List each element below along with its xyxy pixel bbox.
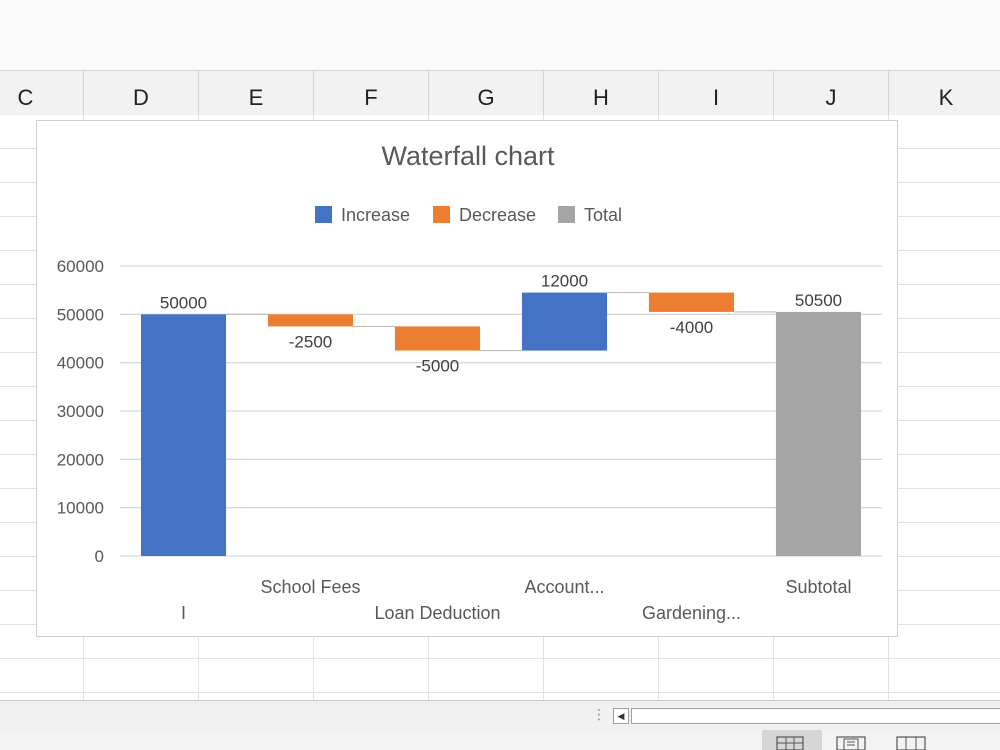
columns-icon bbox=[896, 736, 926, 750]
status-bar bbox=[0, 730, 1000, 750]
bar-total bbox=[775, 311, 862, 556]
data-label: -5000 bbox=[416, 357, 459, 376]
bar-decrease bbox=[648, 292, 735, 312]
split-handle[interactable]: ⋮ bbox=[592, 706, 606, 723]
y-tick-label: 30000 bbox=[57, 402, 104, 421]
bar-decrease bbox=[267, 314, 354, 327]
column-header-c[interactable]: C bbox=[0, 71, 84, 115]
column-header-j[interactable]: J bbox=[774, 71, 889, 115]
y-tick-label: 50000 bbox=[57, 305, 104, 324]
bar-decrease bbox=[394, 326, 481, 351]
data-label: 50000 bbox=[160, 293, 207, 312]
legend-label-decrease: Decrease bbox=[459, 205, 536, 225]
legend-swatch-total bbox=[558, 206, 575, 223]
normal-view-button[interactable] bbox=[762, 730, 822, 750]
plot-area: 0 10000 20000 30000 40000 50000 60000 50000 -250… bbox=[57, 257, 882, 623]
column-header-i[interactable]: I bbox=[659, 71, 774, 115]
horizontal-scrollbar[interactable] bbox=[631, 708, 1000, 724]
bar-increase bbox=[140, 314, 227, 556]
y-tick-label: 10000 bbox=[57, 499, 104, 518]
legend-label-increase: Increase bbox=[341, 205, 410, 225]
column-header-k[interactable]: K bbox=[889, 71, 1000, 115]
page-break-view-button[interactable] bbox=[882, 730, 942, 750]
chart-svg: Waterfall chart Increase Decrease Total … bbox=[57, 141, 882, 623]
y-tick-label: 20000 bbox=[57, 450, 104, 469]
x-category-label: Account... bbox=[524, 577, 604, 597]
x-category-label: School Fees bbox=[260, 577, 360, 597]
y-tick-label: 40000 bbox=[57, 354, 104, 373]
legend-swatch-decrease bbox=[433, 206, 450, 223]
column-header-d[interactable]: D bbox=[84, 71, 199, 115]
page-layout-view-button[interactable] bbox=[822, 730, 882, 750]
x-category-label: I bbox=[181, 603, 186, 623]
x-category-label: Gardening... bbox=[642, 603, 741, 623]
grid-icon bbox=[776, 736, 804, 750]
data-label: 12000 bbox=[541, 272, 588, 291]
data-label: -2500 bbox=[289, 332, 332, 351]
y-tick-label: 0 bbox=[95, 547, 104, 566]
legend-label-total: Total bbox=[584, 205, 622, 225]
data-label: -4000 bbox=[670, 318, 713, 337]
y-tick-label: 60000 bbox=[57, 257, 104, 276]
waterfall-chart[interactable]: Waterfall chart Increase Decrease Total … bbox=[36, 120, 898, 637]
bar-increase bbox=[521, 292, 608, 351]
chart-title: Waterfall chart bbox=[381, 141, 555, 171]
column-header-g[interactable]: G bbox=[429, 71, 544, 115]
column-header-e[interactable]: E bbox=[199, 71, 314, 115]
sheet-tab-bar: ⋮ ◀ bbox=[0, 700, 1000, 731]
column-header-f[interactable]: F bbox=[314, 71, 429, 115]
legend-swatch-increase bbox=[315, 206, 332, 223]
column-header-row: C D E F G H I J K bbox=[0, 70, 1000, 116]
ribbon-area bbox=[0, 0, 1000, 70]
data-label: 50500 bbox=[795, 291, 842, 310]
page-icon bbox=[836, 736, 866, 750]
chart-legend: Increase Decrease Total bbox=[315, 205, 622, 225]
column-header-h[interactable]: H bbox=[544, 71, 659, 115]
x-category-label: Subtotal bbox=[785, 577, 851, 597]
scroll-left-button[interactable]: ◀ bbox=[613, 708, 629, 724]
x-category-label: Loan Deduction bbox=[374, 603, 500, 623]
